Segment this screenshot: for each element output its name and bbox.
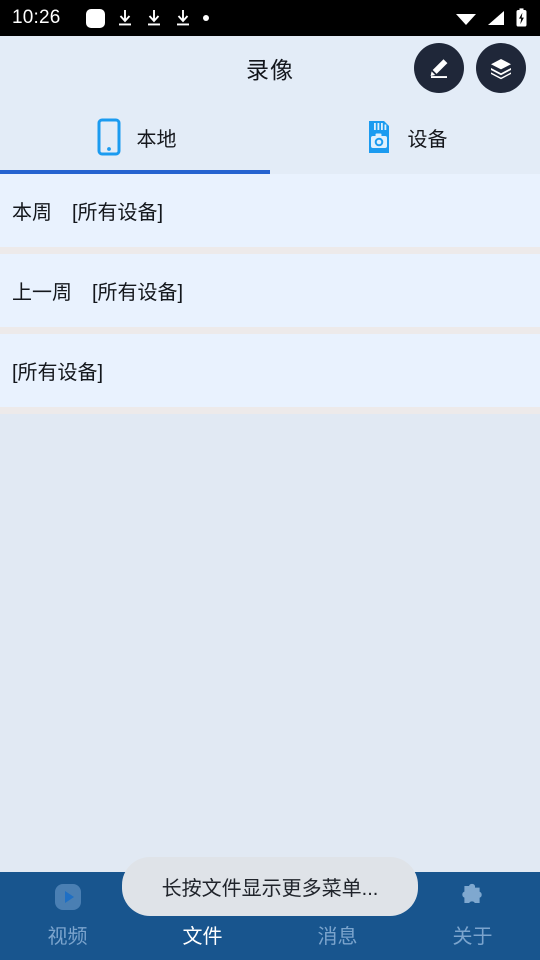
list-item[interactable]: 本周 [所有设备] bbox=[0, 174, 540, 254]
status-bar-clock: 10:26 bbox=[12, 7, 61, 28]
toast-message: 长按文件显示更多菜单... bbox=[122, 857, 418, 916]
tab-device-label: 设备 bbox=[407, 128, 448, 151]
download-icon bbox=[147, 10, 160, 26]
dot-icon bbox=[202, 15, 209, 21]
battery-charging-icon bbox=[516, 8, 527, 27]
page-title: 录像 bbox=[246, 57, 294, 83]
tab-device[interactable]: 设备 bbox=[270, 100, 540, 174]
tab-active-indicator bbox=[0, 170, 270, 174]
nav-item-about[interactable]: 关于 bbox=[405, 872, 540, 960]
wifi-icon bbox=[456, 14, 476, 25]
nav-item-files-label: 文件 bbox=[182, 926, 223, 948]
toast-text: 长按文件显示更多菜单... bbox=[161, 878, 379, 900]
list-item-label: 本周 [所有设备] bbox=[12, 202, 164, 224]
sdcard-camera-icon bbox=[368, 121, 389, 153]
list-item-label: [所有设备] bbox=[12, 362, 104, 384]
play-video-icon bbox=[50, 883, 86, 913]
download-icon bbox=[118, 10, 131, 26]
nav-item-messages-label: 消息 bbox=[317, 926, 358, 948]
signal-icon bbox=[488, 11, 504, 25]
download-icon bbox=[176, 10, 189, 26]
pencil-icon bbox=[430, 59, 448, 78]
nav-item-video-label: 视频 bbox=[47, 926, 88, 948]
tab-local-label: 本地 bbox=[136, 128, 177, 151]
recording-list: 本周 [所有设备] 上一周 [所有设备] [所有设备] bbox=[0, 174, 540, 872]
layers-icon bbox=[491, 59, 511, 80]
nav-item-video[interactable]: 视频 bbox=[0, 872, 135, 960]
tab-local[interactable]: 本地 bbox=[0, 100, 270, 174]
app-bar-actions bbox=[414, 43, 526, 93]
app-bar: 录像 bbox=[0, 36, 540, 100]
phone-icon bbox=[97, 118, 120, 156]
puzzle-piece-icon bbox=[455, 883, 491, 913]
app-badge-icon bbox=[85, 8, 105, 28]
edit-button[interactable] bbox=[414, 43, 464, 93]
tab-bar: 本地 设备 bbox=[0, 100, 540, 174]
status-bar: 10:26 bbox=[0, 0, 540, 36]
status-bar-right bbox=[455, 8, 528, 28]
list-item-label: 上一周 [所有设备] bbox=[12, 282, 184, 304]
layers-button[interactable] bbox=[476, 43, 526, 93]
list-item[interactable]: 上一周 [所有设备] bbox=[0, 254, 540, 334]
app-screen: 10:26 录像 本地 设备 本周 [所有设备] 上一周 [所有设备] [所有设… bbox=[0, 0, 540, 960]
nav-item-about-label: 关于 bbox=[452, 926, 493, 948]
list-item[interactable]: [所有设备] bbox=[0, 334, 540, 414]
status-bar-left: 10:26 bbox=[12, 7, 455, 29]
